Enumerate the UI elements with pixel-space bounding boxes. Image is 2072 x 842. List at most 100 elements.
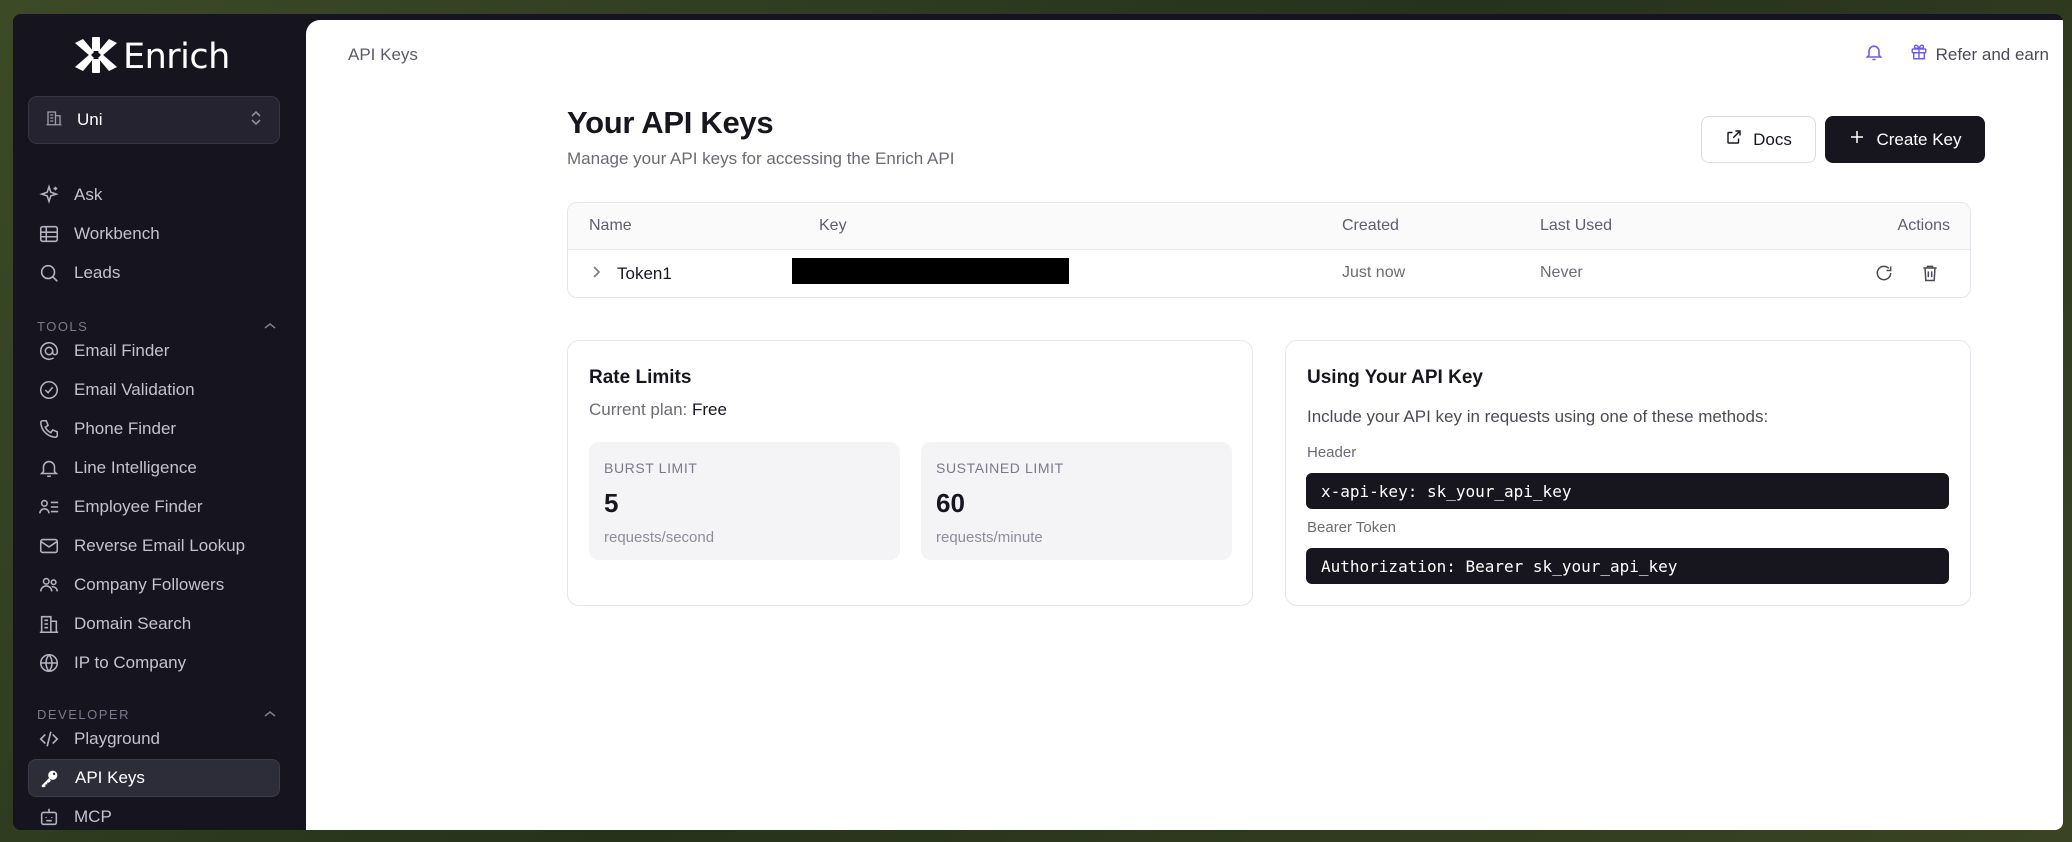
user-list-icon (37, 495, 61, 519)
sidebar-item-label: Phone Finder (74, 419, 177, 438)
mail-icon (37, 534, 61, 558)
page-subtitle: Manage your API keys for accessing the E… (567, 149, 955, 168)
sidebar-item-label: Domain Search (74, 614, 192, 633)
sidebar-item-mcp[interactable]: MCP (28, 798, 280, 830)
main-content: API Keys Refer and earn Your API Keys Ma… (306, 20, 2063, 830)
column-header-key: Key (819, 217, 847, 234)
topbar-actions: Refer and earn (1864, 42, 2049, 67)
table-row[interactable]: Token1 Just now Never (568, 250, 1970, 297)
app-window: Enrich Uni Ask Workbench Leads TOOLS Ema… (13, 14, 2063, 830)
sidebar-item-label: MCP (74, 807, 112, 826)
sustained-limit-unit: requests/minute (936, 529, 1043, 546)
code-icon (37, 727, 61, 751)
sidebar-item-reverse-email-lookup[interactable]: Reverse Email Lookup (28, 527, 280, 565)
burst-limit-value: 5 (604, 488, 619, 518)
header-method-label: Header (1307, 444, 1357, 461)
sidebar-item-label: Reverse Email Lookup (74, 536, 246, 555)
column-header-name: Name (589, 217, 632, 234)
create-key-button[interactable]: Create Key (1825, 116, 1985, 163)
current-plan: Current plan: Free (589, 400, 727, 420)
sidebar-item-email-finder[interactable]: Email Finder (28, 332, 280, 370)
sidebar-item-label: Email Validation (74, 380, 195, 399)
sidebar-item-label: Workbench (74, 224, 160, 243)
sustained-limit-label: SUSTAINED LIMIT (936, 460, 1064, 476)
trash-icon[interactable] (1920, 263, 1940, 288)
burst-limit-label: BURST LIMIT (604, 460, 698, 476)
sidebar-item-domain-search[interactable]: Domain Search (28, 605, 280, 643)
sidebar-item-phone-finder[interactable]: Phone Finder (28, 410, 280, 448)
bearer-code-block[interactable]: Authorization: Bearer sk_your_api_key (1306, 548, 1949, 584)
sidebar-item-playground[interactable]: Playground (28, 720, 280, 758)
sidebar-item-label: Line Intelligence (74, 458, 197, 477)
sidebar-item-label: Company Followers (74, 575, 225, 594)
sustained-limit-box: SUSTAINED LIMIT 60 requests/minute (921, 442, 1232, 560)
using-api-key-card: Using Your API Key Include your API key … (1285, 340, 1971, 606)
current-plan-value: Free (692, 400, 727, 419)
key-name: Token1 (617, 264, 672, 283)
regenerate-icon[interactable] (1874, 263, 1894, 288)
refer-label: Refer and earn (1935, 44, 2049, 64)
usage-description: Include your API key in requests using o… (1307, 407, 1769, 426)
rate-limits-card: Rate Limits Current plan: Free BURST LIM… (567, 340, 1253, 606)
globe-icon (37, 651, 61, 675)
sidebar-item-line-intelligence[interactable]: Line Intelligence (28, 449, 280, 487)
plus-icon (1848, 128, 1866, 151)
users-icon (37, 573, 61, 597)
api-keys-table: Name Key Created Last Used Actions Token… (567, 202, 1971, 298)
logo-text: Enrich (123, 37, 230, 77)
column-header-created: Created (1342, 217, 1399, 234)
phone-icon (37, 417, 61, 441)
table-header: Name Key Created Last Used Actions (568, 203, 1970, 250)
sidebar: Enrich Uni Ask Workbench Leads TOOLS Ema… (13, 14, 306, 830)
breadcrumb: API Keys (348, 45, 418, 64)
page-title: Your API Keys (567, 105, 774, 140)
sidebar-item-label: Employee Finder (74, 497, 203, 516)
key-icon (38, 766, 62, 790)
sidebar-item-workbench[interactable]: Workbench (28, 215, 280, 253)
burst-limit-unit: requests/second (604, 529, 715, 546)
sidebar-item-label: API Keys (75, 768, 145, 787)
bell-icon (37, 456, 61, 480)
gift-icon (1910, 43, 1928, 66)
sidebar-item-label: Email Finder (74, 341, 170, 360)
using-api-key-title: Using Your API Key (1307, 367, 1483, 388)
rate-limits-title: Rate Limits (589, 367, 692, 388)
key-created: Just now (1342, 264, 1406, 281)
at-icon (37, 339, 61, 363)
header-code-block[interactable]: x-api-key: sk_your_api_key (1306, 473, 1949, 509)
docs-label: Docs (1753, 129, 1792, 149)
building-icon (37, 612, 61, 636)
current-plan-label: Current plan: (589, 400, 692, 419)
key-last-used: Never (1540, 264, 1583, 281)
sidebar-item-leads[interactable]: Leads (28, 254, 280, 292)
sidebar-item-employee-finder[interactable]: Employee Finder (28, 488, 280, 526)
sidebar-item-company-followers[interactable]: Company Followers (28, 566, 280, 604)
table-icon (37, 222, 61, 246)
sidebar-item-email-validation[interactable]: Email Validation (28, 371, 280, 409)
sidebar-item-ip-to-company[interactable]: IP to Company (28, 644, 280, 682)
burst-limit-box: BURST LIMIT 5 requests/second (589, 442, 900, 560)
docs-button[interactable]: Docs (1701, 116, 1816, 163)
sidebar-item-api-keys[interactable]: API Keys (28, 759, 280, 797)
sidebar-item-label: Ask (74, 185, 103, 204)
sparkle-icon (37, 183, 61, 207)
redacted-key-value (792, 258, 1069, 284)
sidebar-item-label: Playground (74, 729, 161, 748)
organization-selector[interactable]: Uni (28, 96, 280, 144)
chevrons-up-down-icon (249, 109, 263, 132)
building-icon (45, 109, 63, 132)
refer-and-earn-link[interactable]: Refer and earn (1910, 43, 2049, 66)
check-circle-icon (37, 378, 61, 402)
sustained-limit-value: 60 (936, 488, 965, 518)
bearer-method-label: Bearer Token (1307, 519, 1396, 536)
sidebar-item-ask[interactable]: Ask (28, 176, 280, 214)
enrich-logo-icon (75, 36, 117, 78)
notification-bell-icon[interactable] (1864, 42, 1884, 67)
column-header-actions: Actions (1897, 217, 1950, 234)
external-link-icon (1725, 128, 1743, 151)
sidebar-item-label: Leads (74, 263, 121, 282)
column-header-last-used: Last Used (1540, 217, 1613, 234)
chevron-right-icon[interactable] (590, 265, 602, 284)
logo[interactable]: Enrich (75, 36, 230, 78)
bot-icon (37, 805, 61, 829)
